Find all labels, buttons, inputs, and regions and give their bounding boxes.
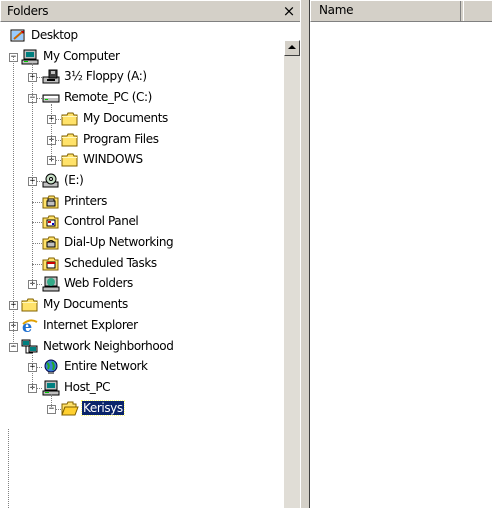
scheduled-tasks-icon [42,256,60,272]
folders-title: Folders [7,4,49,18]
internet-explorer-icon: e [21,317,39,336]
tree-item-label: 3½ Floppy (A:) [64,69,147,84]
folder-icon [61,132,79,148]
up-arrow-icon [288,45,296,49]
tree-item[interactable]: Printers [0,193,284,213]
tree-guide-line [8,429,9,508]
folder-icon [21,297,39,313]
tree-item[interactable]: + Web Folders [0,275,284,295]
tree-item-label: Dial-Up Networking [64,235,174,249]
tree-item[interactable]: − Remote_PC (C:) [0,89,284,109]
tree-item-label: Web Folders [64,276,133,291]
tree-item-label: (E:) [64,172,84,187]
printers-folder-icon [42,194,60,210]
tree-item[interactable]: + Entire Network [0,358,284,378]
desktop-icon [9,28,27,44]
tree-item[interactable]: + Program Files [0,131,284,151]
tree-guide-line [13,56,14,347]
tree-connector-line [32,222,42,224]
tree-item-label: My Computer [43,48,120,63]
scroll-up-button[interactable] [284,40,300,56]
tree-item-label: My Documents [43,297,128,312]
tree-guide-line [51,104,52,161]
tree-item[interactable]: + My Documents [0,110,284,130]
column-header-name[interactable]: Name [311,1,461,21]
network-neighborhood-icon [21,339,39,355]
tree-item-label: WINDOWS [83,152,143,167]
tree-item-label: Internet Explorer [43,317,138,332]
tree-item[interactable]: Control Panel [0,213,284,233]
tree-item-label: Remote_PC (C:) [64,90,152,105]
pane-splitter[interactable] [300,0,310,508]
column-name-label: Name [319,3,354,17]
dialup-networking-icon [42,235,60,251]
tree-connector-line [32,201,42,203]
column-header-next[interactable] [463,1,492,21]
tree-item[interactable]: Scheduled Tasks [0,255,284,275]
tree-item[interactable]: − My Computer [0,48,284,68]
tree-item-label: Network Neighborhood [43,338,174,353]
tree-guide-line [32,352,33,388]
folders-header: Folders × [0,0,300,22]
tree-guide-line [51,393,52,409]
floppy-drive-icon [42,69,60,85]
tree-item-label: My Documents [83,110,168,125]
computer-icon [21,49,39,65]
folder-icon [61,152,79,168]
folder-tree: Desktop − My Computer +3½ Floppy (A:) − Remot… [0,22,284,508]
tree-item-label: Entire Network [64,359,148,374]
tree-item[interactable]: Dial-Up Networking [0,234,284,254]
cd-drive-icon [42,173,60,189]
tree-item-label: Scheduled Tasks [64,255,157,270]
tree-item-label: Kerisys [81,399,125,416]
column-header: Name [310,0,492,22]
tree-item[interactable]: + e Internet Explorer [0,317,284,337]
folder-icon [61,111,79,127]
tree-item-label: Host_PC [64,379,111,394]
tree-item-label: Control Panel [64,214,139,229]
tree-item-label: Desktop [31,28,78,42]
web-folders-icon [42,276,60,292]
tree-item[interactable]: + WINDOWS [0,151,284,171]
contents-pane[interactable]: Name [310,0,492,508]
tree-item[interactable]: + My Documents [0,296,284,316]
tree-item[interactable]: − Network Neighborhood [0,338,284,358]
tree-item[interactable]: − Kerisys [0,399,284,420]
folders-pane: Folders × Desktop − My Computer +3½ Floppy … [0,0,302,508]
open-folder-icon [61,401,79,417]
tree-item[interactable]: + Host_PC [0,379,284,399]
close-button[interactable]: × [281,3,297,19]
control-panel-icon [42,214,60,230]
tree-item-label: Program Files [83,131,159,146]
tree-guide-line [32,62,33,285]
vertical-scrollbar[interactable] [284,40,300,508]
tree-item[interactable]: + (E:) [0,172,284,192]
tree-item[interactable]: Desktop [0,27,284,47]
tree-connector-line [32,243,42,244]
globe-icon [42,359,60,375]
tree-connector-line [32,263,42,265]
tree-item[interactable]: +3½ Floppy (A:) [0,68,284,88]
tree-item-label: Printers [64,193,107,208]
